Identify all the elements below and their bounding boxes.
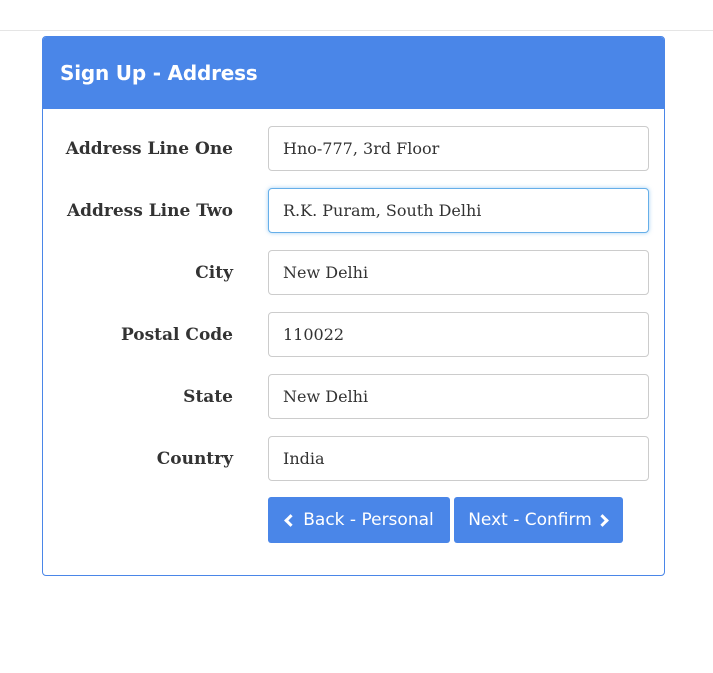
address-line-two-input[interactable]: [268, 188, 649, 233]
address-line-two-row: Address Line Two: [43, 188, 664, 234]
city-input[interactable]: [268, 250, 649, 295]
city-label: City: [195, 263, 233, 283]
panel-heading: Sign Up - Address: [43, 37, 664, 109]
state-row: State: [43, 374, 664, 420]
country-input[interactable]: [268, 436, 649, 481]
chevron-right-icon: [595, 513, 609, 527]
signup-address-panel: Sign Up - Address Address Line One Addre…: [42, 36, 665, 576]
address-line-two-label: Address Line Two: [66, 201, 233, 221]
panel-title: Sign Up - Address: [60, 61, 258, 85]
country-label: Country: [156, 449, 233, 469]
chevron-left-icon: [284, 513, 298, 527]
back-personal-label: Back - Personal: [303, 510, 434, 530]
address-line-one-row: Address Line One: [43, 126, 664, 172]
back-personal-button[interactable]: Back - Personal: [268, 497, 450, 543]
state-input[interactable]: [268, 374, 649, 419]
postal-code-row: Postal Code: [43, 312, 664, 358]
next-confirm-button[interactable]: Next - Confirm: [454, 497, 623, 543]
address-line-one-input[interactable]: [268, 126, 649, 171]
next-confirm-label: Next - Confirm: [468, 510, 592, 530]
top-divider: [0, 30, 713, 31]
postal-code-input[interactable]: [268, 312, 649, 357]
address-line-one-label: Address Line One: [65, 139, 233, 159]
country-row: Country: [43, 436, 664, 482]
postal-code-label: Postal Code: [120, 325, 233, 345]
city-row: City: [43, 250, 664, 296]
state-label: State: [183, 387, 233, 407]
